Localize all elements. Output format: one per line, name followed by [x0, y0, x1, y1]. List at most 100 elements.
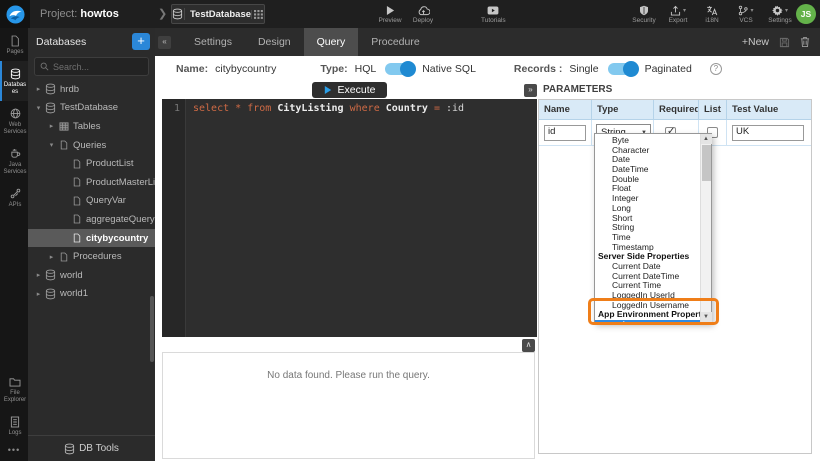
main-area: « SettingsDesignQueryProcedure +New Name…: [155, 28, 820, 461]
file-icon: [70, 177, 83, 187]
dropdown-option-datetime[interactable]: DateTime: [595, 165, 700, 175]
scroll-down-icon[interactable]: ▼: [701, 312, 712, 322]
tree-item-productmasterlist[interactable]: ProductMasterList: [28, 173, 155, 192]
topbar-preview-button[interactable]: Preview: [378, 4, 402, 24]
sidebar-item-apis[interactable]: APIs: [0, 181, 28, 214]
sidebar-item-databases[interactable]: Databases: [0, 61, 28, 101]
topbar-export-button[interactable]: ▾Export: [666, 4, 690, 24]
dropdown-option-long[interactable]: Long: [595, 204, 700, 214]
column-header-type: Type: [592, 100, 654, 120]
sidebar-item-web-services[interactable]: Web Services: [0, 101, 28, 141]
grid-switcher-icon[interactable]: [251, 10, 264, 19]
db-icon: [44, 83, 57, 95]
expander-icon[interactable]: ▸: [33, 271, 44, 279]
dropdown-option-integer[interactable]: Integer: [595, 194, 700, 204]
database-icon: [172, 8, 185, 20]
api-icon: [10, 187, 21, 200]
expander-icon[interactable]: ▸: [46, 122, 57, 130]
topbar-vcs-button[interactable]: ▾VCS: [734, 4, 758, 24]
add-database-button[interactable]: +: [132, 33, 150, 50]
sidebar-item-file-explorer[interactable]: File Explorer: [0, 369, 28, 409]
user-avatar[interactable]: JS: [796, 4, 816, 24]
tree-item-tables[interactable]: ▸Tables: [28, 117, 155, 136]
panel-title: Databases: [36, 36, 86, 48]
topbar-i18n-button[interactable]: i18N: [700, 4, 724, 24]
db-icon: [44, 288, 57, 300]
expander-icon[interactable]: ▸: [33, 85, 44, 93]
file-icon: [70, 159, 83, 169]
chevron-down-icon: ▾: [750, 7, 753, 14]
tab-design[interactable]: Design: [245, 28, 304, 56]
db-tools-button[interactable]: DB Tools: [28, 435, 155, 461]
sidebar-more-button[interactable]: •••: [0, 442, 28, 458]
collapse-tree-button[interactable]: «: [158, 36, 171, 49]
expander-icon[interactable]: ▸: [46, 253, 57, 261]
tree-item-citybycountry[interactable]: citybycountry: [28, 229, 155, 248]
collapse-parameters-button[interactable]: »: [524, 84, 537, 97]
dropdown-option-short[interactable]: Short: [595, 214, 700, 224]
sql-editor[interactable]: 1 select * from CityListing where Countr…: [162, 99, 537, 337]
delete-button[interactable]: [800, 36, 810, 48]
dropdown-option-string[interactable]: String: [595, 223, 700, 233]
tab-query[interactable]: Query: [304, 28, 359, 56]
expander-icon[interactable]: ▸: [33, 290, 44, 298]
sidebar-item-pages[interactable]: Pages: [0, 28, 28, 61]
type-toggle[interactable]: [385, 63, 415, 75]
type-option-nativesql[interactable]: Native SQL: [422, 63, 476, 75]
dropdown-option-character[interactable]: Character: [595, 146, 700, 156]
param-testvalue-input[interactable]: UK: [732, 125, 804, 141]
tree-item-queries[interactable]: ▾Queries: [28, 136, 155, 155]
tree-item-queryvar[interactable]: QueryVar: [28, 192, 155, 211]
column-header-required: Required: [654, 100, 699, 120]
topbar-security-button[interactable]: Security: [632, 4, 656, 24]
scroll-up-icon[interactable]: ▲: [701, 134, 712, 144]
dropdown-scrollbar[interactable]: ▲ ▼: [700, 134, 711, 322]
tab-procedure[interactable]: Procedure: [358, 28, 432, 56]
execute-label: Execute: [338, 84, 376, 96]
topbar-settings-button[interactable]: ▾Settings: [768, 4, 792, 24]
dropdown-option-float[interactable]: Float: [595, 184, 700, 194]
new-query-button[interactable]: +New: [742, 36, 769, 48]
param-name-input[interactable]: id: [544, 125, 586, 141]
tree-scrollbar[interactable]: [150, 296, 154, 362]
tree-item-world1[interactable]: ▸world1: [28, 285, 155, 304]
column-header-name: Name: [539, 100, 592, 120]
db-icon: [10, 67, 21, 80]
query-content: Name: citybycountry Type: HQL Native SQL…: [155, 56, 820, 461]
doc-icon: [10, 415, 20, 428]
tree-item-hrdb[interactable]: ▸hrdb: [28, 80, 155, 99]
logo-icon: [6, 5, 25, 24]
topbar-tutorials-button[interactable]: Tutorials: [481, 4, 506, 24]
tree-item-procedures[interactable]: ▸Procedures: [28, 247, 155, 266]
results-panel: No data found. Please run the query.: [162, 352, 535, 459]
tree-item-world[interactable]: ▸world: [28, 266, 155, 285]
tree-item-aggregatequery[interactable]: aggregateQuery: [28, 210, 155, 229]
dropdown-option-double[interactable]: Double: [595, 175, 700, 185]
sidebar-item-logs[interactable]: Logs: [0, 409, 28, 442]
collapse-results-button[interactable]: ∧: [522, 339, 535, 352]
table-icon: [57, 122, 70, 131]
save-button[interactable]: [779, 37, 790, 48]
entity-selector[interactable]: TestDatabase: [171, 4, 265, 24]
scroll-thumb[interactable]: [702, 145, 711, 181]
topbar: Project: howtos ❯ TestDatabase PreviewDe…: [0, 0, 820, 28]
tree-item-testdatabase[interactable]: ▾TestDatabase: [28, 99, 155, 118]
query-editor-column: Name: citybycountry Type: HQL Native SQL…: [155, 56, 537, 461]
search-input[interactable]: Search...: [34, 57, 149, 76]
tab-settings[interactable]: Settings: [181, 28, 245, 56]
wavemaker-logo[interactable]: [0, 0, 30, 28]
coffee-icon: [10, 147, 21, 160]
dropdown-option-welcome[interactable]: welcome: [595, 320, 700, 322]
database-tree: ▸hrdb▾TestDatabase▸Tables▾QueriesProduct…: [28, 80, 155, 435]
topbar-actions-left: Preview Deploy Tutorials: [378, 0, 506, 28]
execute-button[interactable]: Execute: [312, 82, 388, 98]
sidebar-item-java-services[interactable]: Java Services: [0, 141, 28, 181]
records-toggle[interactable]: [608, 63, 638, 75]
type-option-hql[interactable]: HQL: [355, 63, 377, 75]
topbar-deploy-button[interactable]: Deploy: [411, 4, 435, 24]
expander-icon[interactable]: ▾: [33, 104, 44, 112]
tree-item-productlist[interactable]: ProductList: [28, 154, 155, 173]
expander-icon[interactable]: ▾: [46, 141, 57, 149]
file-icon: [70, 214, 83, 224]
project-name: howtos: [80, 8, 119, 20]
